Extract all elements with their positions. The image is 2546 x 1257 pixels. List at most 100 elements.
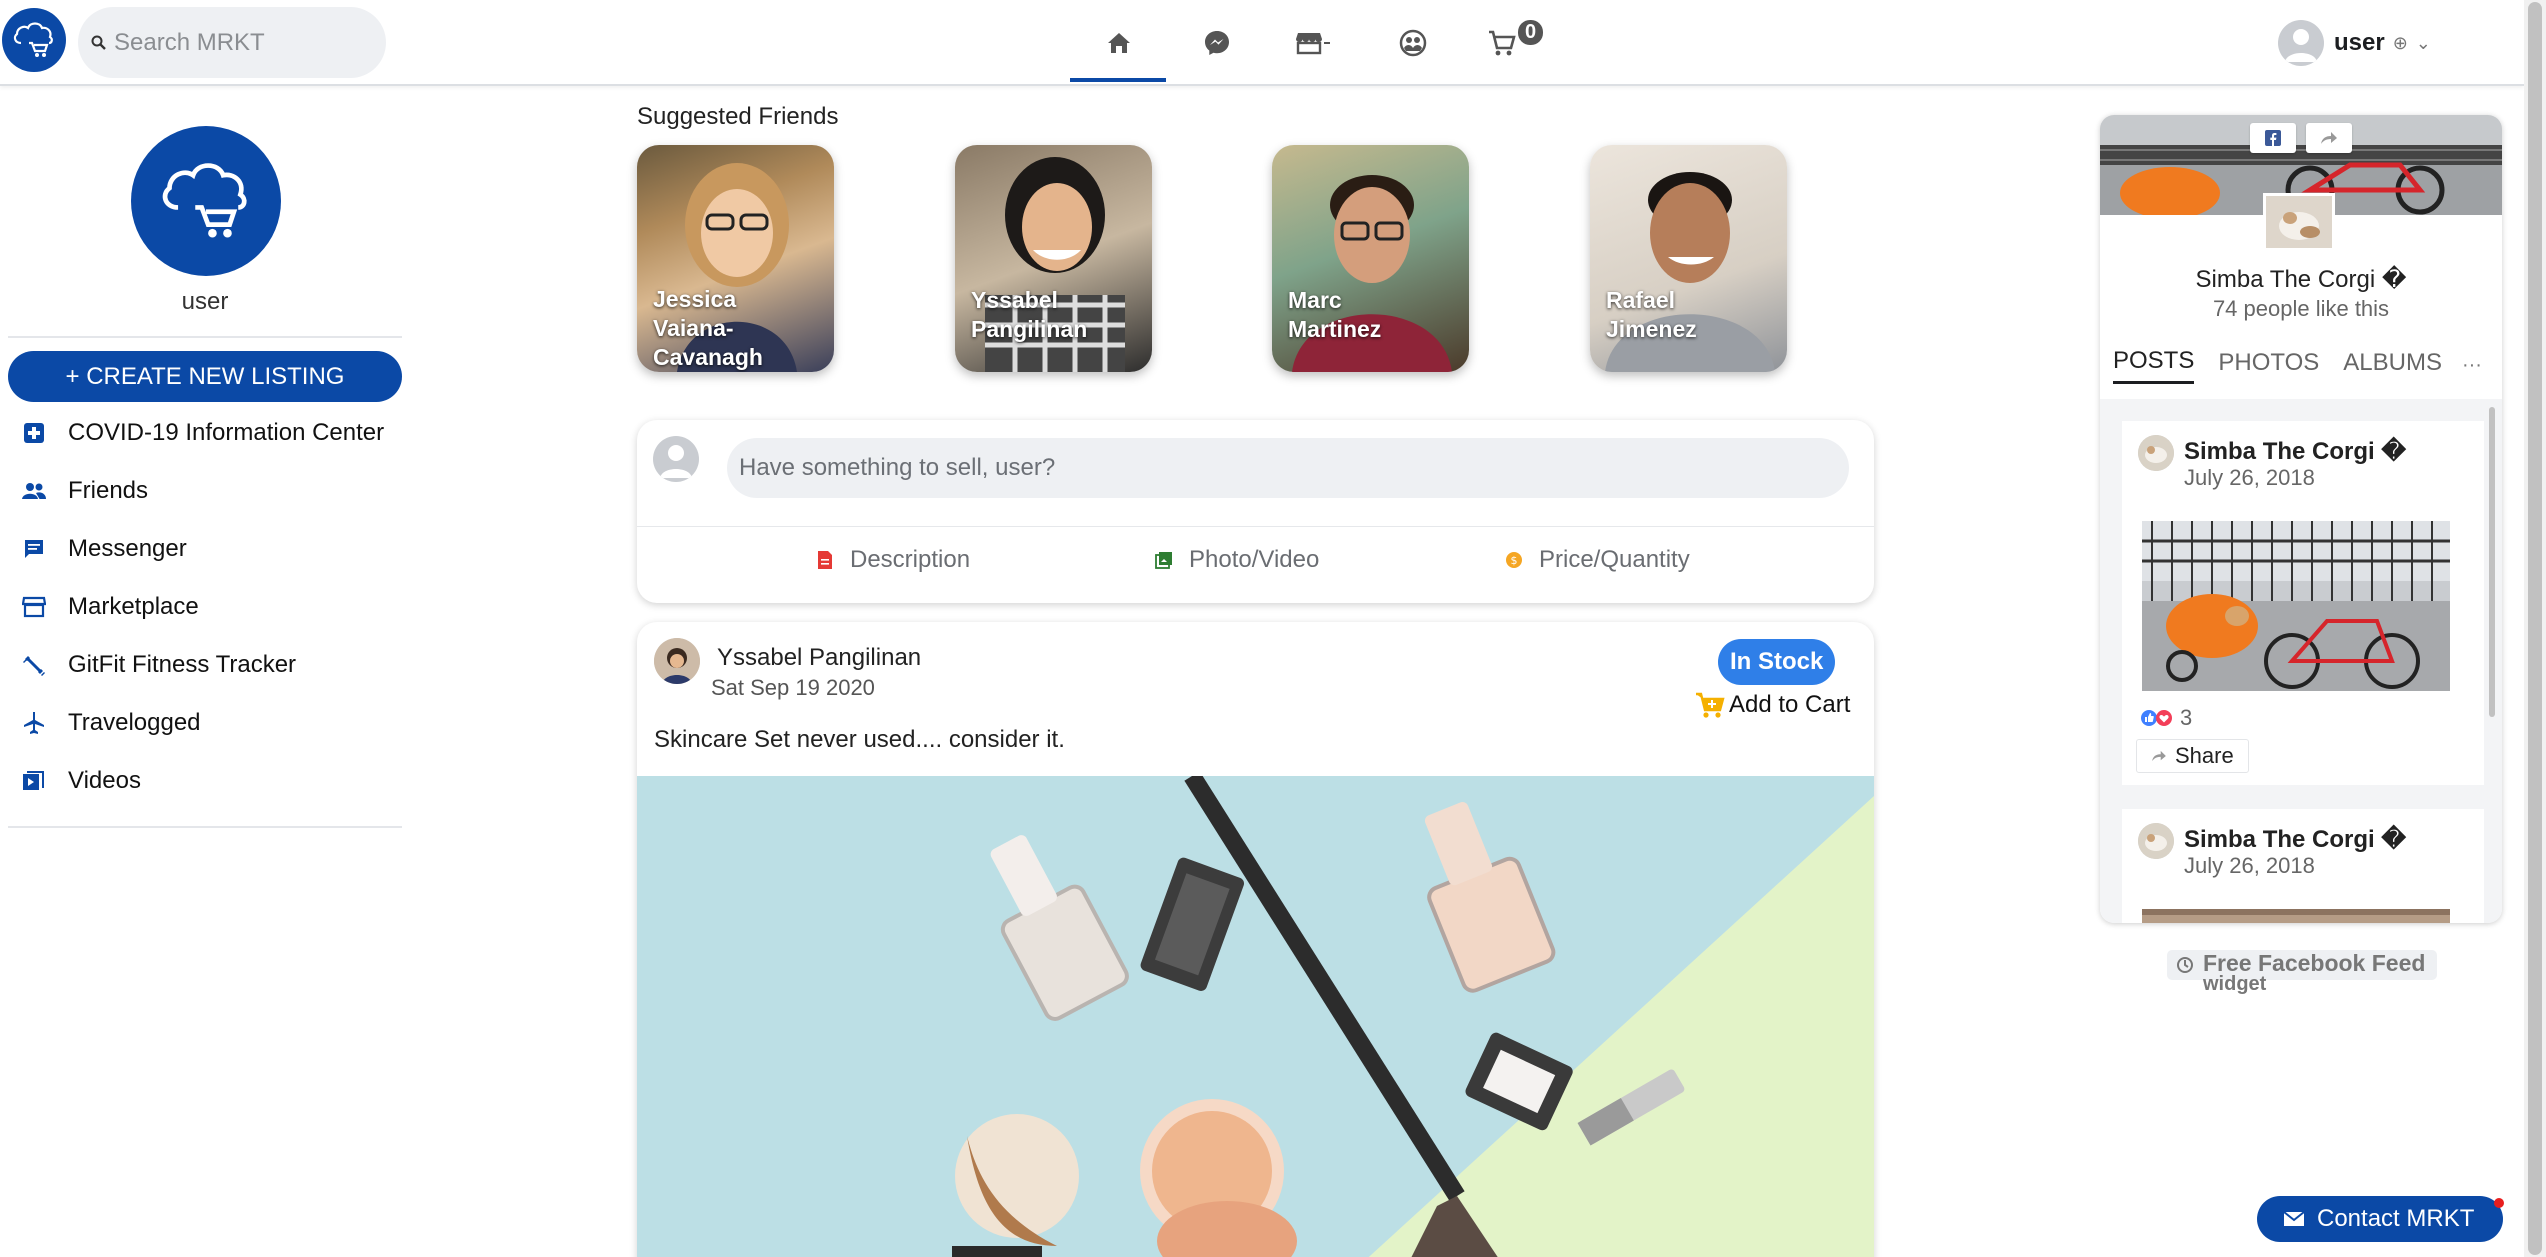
- tab-posts[interactable]: POSTS: [2113, 347, 2195, 384]
- store-icon: [20, 593, 48, 621]
- sidebar-item-label: GitFit Fitness Tracker: [68, 651, 297, 678]
- profile-logo[interactable]: [131, 126, 281, 276]
- share-arrow-icon: [2321, 132, 2337, 144]
- fb-post-author[interactable]: Simba The Corgi �: [2184, 437, 2406, 466]
- sidebar-item-messenger[interactable]: Messenger: [0, 520, 410, 578]
- nav-home[interactable]: [1070, 0, 1168, 86]
- fb-reactions[interactable]: 3: [2140, 705, 2192, 731]
- fb-share-page-button[interactable]: [2306, 123, 2352, 153]
- user-name[interactable]: user: [2334, 29, 2385, 57]
- friend-card[interactable]: Jessica Vaiana- Cavanagh: [637, 145, 834, 372]
- facebook-page-widget: Simba The Corgi � 74 people like this PO…: [2100, 115, 2502, 923]
- refresh-icon: [2177, 957, 2193, 973]
- sidebar-item-travelogged[interactable]: Travelogged: [0, 694, 410, 752]
- fb-page-avatar[interactable]: [2263, 193, 2335, 251]
- free-widget-label: Free Facebook Feed widget: [2203, 950, 2426, 995]
- fb-like-button[interactable]: [2250, 123, 2296, 153]
- sidebar-item-label: Friends: [68, 477, 149, 504]
- add-cart-icon: [1696, 692, 1725, 718]
- user-avatar[interactable]: [2278, 20, 2324, 66]
- page-scrollbar-thumb[interactable]: [2528, 2, 2542, 1255]
- fb-post-avatar[interactable]: [2138, 823, 2174, 859]
- sidebar-item-label: COVID-19 Information Center: [68, 419, 385, 446]
- contact-mrkt-button[interactable]: Contact MRKT: [2257, 1196, 2503, 1242]
- sidebar-divider: [8, 826, 402, 828]
- fb-feed-scrollbar[interactable]: [2489, 407, 2495, 717]
- description-label: Description: [850, 546, 971, 573]
- composer-input[interactable]: [727, 438, 1849, 498]
- create-listing-button[interactable]: + CREATE NEW LISTING: [8, 351, 402, 402]
- friend-name: Yssabel Pangilinan: [971, 287, 1088, 342]
- listing-composer: Description Photo/Video $ Price/Quantity: [637, 420, 1874, 603]
- contact-label: Contact MRKT: [2317, 1205, 2475, 1232]
- nav-cart[interactable]: 0: [1462, 0, 1560, 86]
- share-arrow-icon: [2152, 750, 2166, 762]
- fb-share-button[interactable]: Share: [2136, 739, 2249, 773]
- sidebar-item-gitfit[interactable]: GitFit Fitness Tracker: [0, 636, 410, 694]
- add-icon[interactable]: ⊕: [2393, 33, 2408, 54]
- fb-post-author[interactable]: Simba The Corgi �: [2184, 825, 2406, 854]
- add-to-cart-label: Add to Cart: [1729, 691, 1851, 718]
- sidebar-divider: [8, 336, 402, 338]
- chevron-down-icon[interactable]: ⌄: [2416, 33, 2431, 54]
- fb-post-date[interactable]: July 26, 2018: [2184, 465, 2315, 491]
- fb-post-image[interactable]: [2142, 521, 2450, 691]
- sidebar-item-label: Marketplace: [68, 593, 199, 620]
- share-label: Share: [2175, 743, 2234, 768]
- nav-groups[interactable]: [1364, 0, 1462, 86]
- fb-page-name[interactable]: Simba The Corgi �: [2100, 265, 2502, 294]
- svg-text:$: $: [1511, 554, 1518, 567]
- like-love-reaction-icon: [2141, 710, 2172, 726]
- photo-video-button[interactable]: Photo/Video: [1155, 546, 1319, 574]
- sidebar-item-label: Messenger: [68, 535, 187, 562]
- fb-post-avatar[interactable]: [2138, 435, 2174, 471]
- messenger-icon: [1205, 31, 1229, 55]
- profile-name[interactable]: user: [0, 288, 410, 316]
- cloud-cart-logo-icon: [162, 163, 247, 238]
- tab-albums[interactable]: ALBUMS: [2343, 349, 2442, 383]
- friend-card[interactable]: Rafael Jimenez: [1590, 145, 1787, 372]
- fb-post-date[interactable]: July 26, 2018: [2184, 853, 2315, 879]
- mrkt-logo[interactable]: [2, 8, 66, 72]
- friend-card[interactable]: Yssabel Pangilinan: [955, 145, 1152, 372]
- fb-post: Simba The Corgi � July 26, 2018: [2122, 421, 2484, 785]
- post-image[interactable]: [637, 776, 1874, 1257]
- default-avatar-icon: [660, 445, 692, 478]
- notification-dot: [2494, 1198, 2504, 1208]
- fb-post-image[interactable]: [2142, 909, 2450, 923]
- user-menu[interactable]: user ⊕ ⌄: [2278, 20, 2431, 66]
- composer-avatar[interactable]: [653, 436, 699, 482]
- post-author-name[interactable]: Yssabel Pangilinan: [717, 644, 921, 672]
- free-facebook-feed-widget-link[interactable]: Free Facebook Feed widget: [2167, 950, 2437, 994]
- search-icon: [91, 35, 106, 50]
- post-author-avatar[interactable]: [654, 638, 700, 684]
- nav-messenger[interactable]: [1168, 0, 1266, 86]
- sidebar-item-marketplace[interactable]: Marketplace: [0, 578, 410, 636]
- search-bar[interactable]: [78, 7, 386, 78]
- post-date: Sat Sep 19 2020: [711, 675, 875, 700]
- cloud-cart-logo-icon: [13, 22, 53, 57]
- price-quantity-label: Price/Quantity: [1539, 546, 1690, 573]
- photo-video-label: Photo/Video: [1189, 546, 1320, 573]
- description-button[interactable]: Description: [816, 546, 970, 574]
- tab-photos[interactable]: PHOTOS: [2218, 349, 2319, 383]
- main-nav: 0: [1070, 0, 1560, 86]
- fitness-icon: [20, 651, 48, 679]
- add-to-cart-button[interactable]: Add to Cart: [1695, 691, 1850, 719]
- composer-divider: [637, 526, 1874, 527]
- friend-card[interactable]: Marc Martinez: [1272, 145, 1469, 372]
- photo-icon: [1155, 550, 1173, 570]
- cart-icon: [1489, 30, 1516, 56]
- nav-marketplace[interactable]: [1266, 0, 1364, 86]
- sidebar-menu: COVID-19 Information Center Friends Mess…: [0, 404, 410, 810]
- default-avatar-icon: [2285, 29, 2317, 62]
- price-quantity-button[interactable]: $ Price/Quantity: [1505, 546, 1690, 574]
- groups-icon: [1399, 29, 1427, 57]
- medical-plus-icon: [20, 419, 48, 447]
- suggested-friends-title: Suggested Friends: [637, 103, 839, 130]
- sidebar-item-friends[interactable]: Friends: [0, 462, 410, 520]
- sidebar-item-covid[interactable]: COVID-19 Information Center: [0, 404, 410, 462]
- more-tabs-icon[interactable]: ···: [2462, 354, 2482, 377]
- search-input[interactable]: [114, 28, 364, 57]
- sidebar-item-videos[interactable]: Videos: [0, 752, 410, 810]
